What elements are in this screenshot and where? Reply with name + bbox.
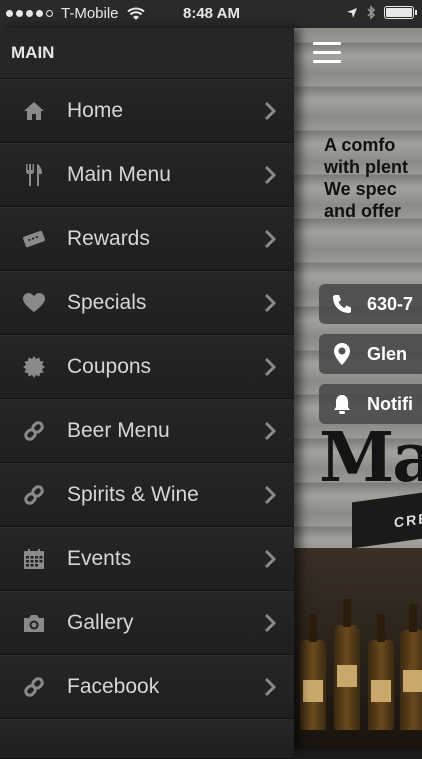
battery-icon xyxy=(384,6,417,19)
chevron-right-icon xyxy=(264,229,276,249)
signal-strength-icon xyxy=(6,10,53,17)
banner-text: CRE xyxy=(394,509,422,531)
phone-icon xyxy=(333,295,351,313)
menu-item-events[interactable]: Events xyxy=(0,527,294,591)
phone-text: 630-7 xyxy=(367,293,414,314)
home-screen-background: A comfo with plent We spec and offer 630… xyxy=(294,28,422,750)
link-icon xyxy=(22,675,46,699)
menu-item-label: Rewards xyxy=(67,227,150,250)
chevron-right-icon xyxy=(264,613,276,633)
menu-item-coupons[interactable]: Coupons xyxy=(0,335,294,399)
menu-item-home[interactable]: Home xyxy=(0,79,294,143)
chevron-right-icon xyxy=(264,165,276,185)
menu-item-partial[interactable] xyxy=(0,719,294,759)
phone-button[interactable]: 630-7 xyxy=(319,284,422,324)
tagline: A comfo with plent We spec and offer xyxy=(324,134,422,222)
seal-icon xyxy=(22,355,46,379)
wifi-icon xyxy=(126,7,145,20)
status-bar: T-Mobile 8:48 AM xyxy=(0,0,422,28)
map-pin-icon xyxy=(334,343,350,365)
menu-item-label: Home xyxy=(67,99,124,122)
menu-item-label: Events xyxy=(67,547,132,570)
menu-item-facebook[interactable]: Facebook xyxy=(0,655,294,719)
location-arrow-icon xyxy=(347,7,357,18)
home-icon xyxy=(22,99,46,123)
menu-item-label: Main Menu xyxy=(67,163,171,186)
bell-icon xyxy=(334,395,350,414)
link-icon xyxy=(22,483,46,507)
camera-icon xyxy=(22,611,46,635)
menu-item-spirits-wine[interactable]: Spirits & Wine xyxy=(0,463,294,527)
side-menu: MAIN Home Main Menu Rewards Specials Cou… xyxy=(0,28,294,759)
bar-shelf-image xyxy=(294,548,422,750)
location-button[interactable]: Glen xyxy=(319,334,422,374)
menu-item-specials[interactable]: Specials xyxy=(0,271,294,335)
menu-item-label: Gallery xyxy=(67,611,134,634)
tagline-line: A comfo xyxy=(324,135,396,155)
ticket-icon xyxy=(22,227,46,251)
fork-knife-icon xyxy=(22,163,46,187)
link-icon xyxy=(22,419,46,443)
hamburger-menu-icon[interactable] xyxy=(313,42,341,64)
notify-text: Notifi xyxy=(367,393,413,414)
menu-item-label: Coupons xyxy=(67,355,152,378)
menu-item-gallery[interactable]: Gallery xyxy=(0,591,294,655)
menu-item-beer-menu[interactable]: Beer Menu xyxy=(0,399,294,463)
menu-item-label: Beer Menu xyxy=(67,419,170,442)
menu-item-label: Spirits & Wine xyxy=(67,483,199,506)
chevron-right-icon xyxy=(264,421,276,441)
menu-item-rewards[interactable]: Rewards xyxy=(0,207,294,271)
section-title: MAIN xyxy=(0,28,294,79)
chevron-right-icon xyxy=(264,549,276,569)
chevron-right-icon xyxy=(264,677,276,697)
bluetooth-icon xyxy=(367,5,376,20)
tagline-line: with plent xyxy=(324,157,408,177)
location-text: Glen xyxy=(367,343,408,364)
chevron-right-icon xyxy=(264,485,276,505)
tagline-line: We spec xyxy=(324,179,397,199)
carrier-label: T-Mobile xyxy=(61,5,119,22)
menu-item-main-menu[interactable]: Main Menu xyxy=(0,143,294,207)
clock: 8:48 AM xyxy=(183,5,240,22)
chevron-right-icon xyxy=(264,357,276,377)
brand-logo-text: Ma xyxy=(319,418,422,498)
chevron-right-icon xyxy=(264,293,276,313)
chevron-right-icon xyxy=(264,101,276,121)
calendar-icon xyxy=(22,547,46,571)
menu-item-label: Facebook xyxy=(67,675,160,698)
tagline-line: and offer xyxy=(324,201,402,221)
menu-item-label: Specials xyxy=(67,291,147,314)
heart-icon xyxy=(22,291,46,315)
